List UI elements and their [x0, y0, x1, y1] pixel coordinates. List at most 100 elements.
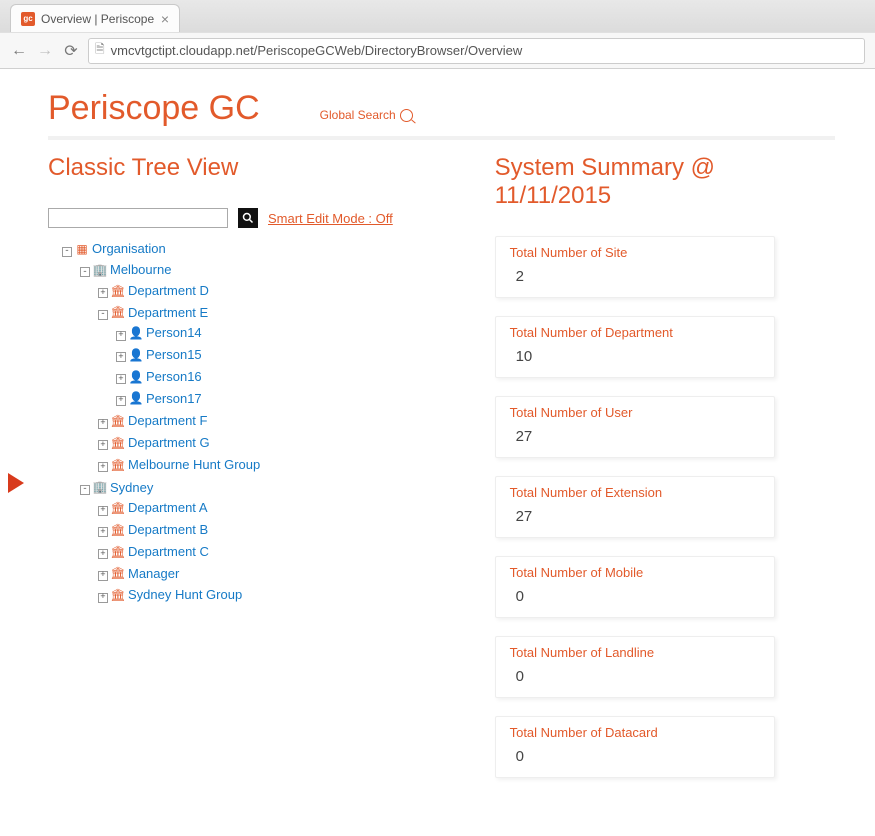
right-section-title: System Summary @ 11/11/2015 [495, 154, 835, 210]
tree-node-dept[interactable]: 🏛Department A [111, 498, 208, 518]
dept-icon: 🏛 [111, 543, 125, 561]
node-label: Department C [128, 542, 209, 562]
org-tree: -▦Organisation-🏢Melbourne+🏛Department D-… [48, 238, 455, 608]
node-label: Manager [128, 564, 179, 584]
tree-node-site[interactable]: 🏢Melbourne [93, 260, 171, 280]
forward-button: → [36, 42, 54, 60]
expand-toggle[interactable]: + [98, 593, 108, 603]
tree-node-dept[interactable]: 🏛Sydney Hunt Group [111, 585, 242, 605]
dept-icon: 🏛 [111, 586, 125, 604]
dept-icon: 🏛 [111, 282, 125, 300]
global-search-link[interactable]: Global Search [320, 108, 413, 122]
summary-card-title: Total Number of Department [510, 325, 760, 340]
tab-bar: gc Overview | Periscope × [0, 0, 875, 32]
node-label: Department D [128, 281, 209, 301]
node-label: Department A [128, 498, 208, 518]
tree-node-user[interactable]: 👤Person14 [129, 323, 202, 343]
node-label: Department F [128, 411, 207, 431]
expand-toggle[interactable]: + [116, 331, 126, 341]
tree-search-input[interactable] [48, 208, 228, 228]
summary-card: Total Number of Site 2 [495, 236, 775, 298]
expand-toggle[interactable]: + [98, 549, 108, 559]
browser-tab[interactable]: gc Overview | Periscope × [10, 4, 180, 32]
summary-card-title: Total Number of Site [510, 245, 760, 260]
expand-toggle[interactable]: + [98, 527, 108, 537]
header-divider [48, 136, 835, 140]
expand-toggle[interactable]: + [116, 374, 126, 384]
tree-node-dept[interactable]: 🏛Department B [111, 520, 208, 540]
expand-toggle[interactable]: + [116, 352, 126, 362]
tab-close-icon[interactable]: × [161, 12, 169, 26]
node-label: Department G [128, 433, 210, 453]
left-section-title: Classic Tree View [48, 154, 455, 182]
org-icon: ▦ [75, 240, 89, 258]
summary-card: Total Number of Mobile 0 [495, 556, 775, 618]
node-label: Person16 [146, 367, 202, 387]
tree-node-organisation[interactable]: ▦Organisation [75, 239, 166, 259]
expand-toggle[interactable]: + [98, 419, 108, 429]
summary-card-value: 2 [510, 268, 760, 285]
dept-icon: 🏛 [111, 521, 125, 539]
summary-card-title: Total Number of Mobile [510, 565, 760, 580]
tree-node-dept[interactable]: 🏛Manager [111, 564, 179, 584]
expand-toggle[interactable]: + [116, 396, 126, 406]
tree-node-site[interactable]: 🏢Sydney [93, 478, 153, 498]
smart-edit-toggle[interactable]: Smart Edit Mode : Off [268, 211, 393, 226]
favicon-icon: gc [21, 12, 35, 26]
summary-card-value: 0 [510, 748, 760, 765]
node-label: Person15 [146, 345, 202, 365]
browser-chrome: gc Overview | Periscope × ← → ⟳ 🗎 vmcvtg… [0, 0, 875, 69]
node-label: Person14 [146, 323, 202, 343]
summary-card: Total Number of Department 10 [495, 316, 775, 378]
tree-node-dept[interactable]: 🏛Department E [111, 303, 208, 323]
dept-icon: 🏛 [111, 412, 125, 430]
tree-node-user[interactable]: 👤Person17 [129, 389, 202, 409]
node-label: Person17 [146, 389, 202, 409]
expand-toggle[interactable]: + [98, 440, 108, 450]
tree-node-dept[interactable]: 🏛Department G [111, 433, 210, 453]
summary-card-value: 10 [510, 348, 760, 365]
reload-button[interactable]: ⟳ [62, 41, 80, 61]
global-search-label: Global Search [320, 108, 396, 122]
node-label: Sydney [110, 478, 153, 498]
summary-card-value: 0 [510, 668, 760, 685]
tree-search-button[interactable] [238, 208, 258, 228]
node-label: Sydney Hunt Group [128, 585, 242, 605]
tree-node-dept[interactable]: 🏛Department C [111, 542, 209, 562]
summary-card-title: Total Number of Datacard [510, 725, 760, 740]
dept-icon: 🏛 [111, 303, 125, 321]
collapse-toggle[interactable]: - [80, 485, 90, 495]
dept-icon: 🏛 [111, 434, 125, 452]
url-text: vmcvtgctipt.cloudapp.net/PeriscopeGCWeb/… [111, 43, 523, 58]
summary-card: Total Number of User27 [495, 396, 775, 458]
collapse-toggle[interactable]: - [80, 267, 90, 277]
expand-toggle[interactable]: + [98, 462, 108, 472]
node-label: Melbourne [110, 260, 171, 280]
expand-toggle[interactable]: + [98, 506, 108, 516]
summary-card-title: Total Number of User [510, 405, 760, 420]
expand-toggle[interactable]: + [98, 571, 108, 581]
back-button[interactable]: ← [10, 42, 28, 60]
url-input[interactable]: 🗎 vmcvtgctipt.cloudapp.net/PeriscopeGCWe… [88, 38, 865, 64]
tree-node-user[interactable]: 👤Person15 [129, 345, 202, 365]
site-icon: 🏢 [93, 478, 107, 496]
summary-card-value: 0 [510, 588, 760, 605]
collapse-toggle[interactable]: - [98, 310, 108, 320]
user-icon: 👤 [129, 346, 143, 364]
summary-card-value: 27 [510, 508, 760, 525]
expand-toggle[interactable]: + [98, 288, 108, 298]
node-label: Department B [128, 520, 208, 540]
summary-card: Total Number of Datacard 0 [495, 716, 775, 778]
tree-node-dept[interactable]: 🏛Department D [111, 281, 209, 301]
user-icon: 👤 [129, 324, 143, 342]
collapse-toggle[interactable]: - [62, 247, 72, 257]
tree-node-user[interactable]: 👤Person16 [129, 367, 202, 387]
user-icon: 👤 [129, 368, 143, 386]
left-margin-arrow-icon [8, 473, 24, 493]
page-icon: 🗎 [95, 40, 105, 61]
address-bar: ← → ⟳ 🗎 vmcvtgctipt.cloudapp.net/Perisco… [0, 32, 875, 68]
dept-icon: 🏛 [111, 456, 125, 474]
tree-node-dept[interactable]: 🏛Melbourne Hunt Group [111, 455, 260, 475]
app-title: Periscope GC [48, 89, 260, 128]
tree-node-dept[interactable]: 🏛Department F [111, 411, 207, 431]
